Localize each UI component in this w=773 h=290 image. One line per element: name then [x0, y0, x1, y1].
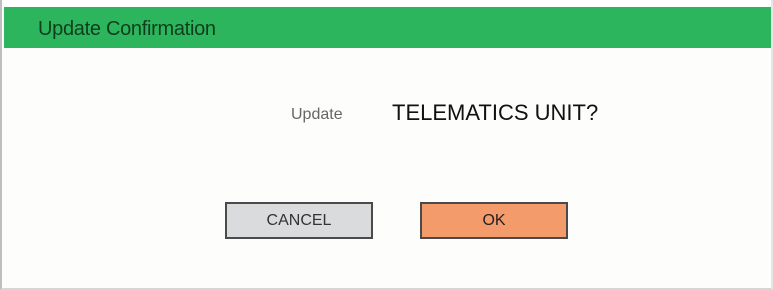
cancel-button[interactable]: CANCEL — [225, 202, 373, 239]
dialog-titlebar: Update Confirmation — [4, 0, 771, 48]
ok-button[interactable]: OK — [420, 202, 568, 239]
message-target: TELEMATICS UNIT? — [392, 100, 599, 125]
update-confirmation-dialog: Update Confirmation Update TELEMATICS UN… — [0, 0, 773, 290]
dialog-title: Update Confirmation — [38, 18, 216, 40]
message-verb: Update — [291, 106, 343, 123]
dialog-message: Update TELEMATICS UNIT? — [2, 98, 771, 138]
